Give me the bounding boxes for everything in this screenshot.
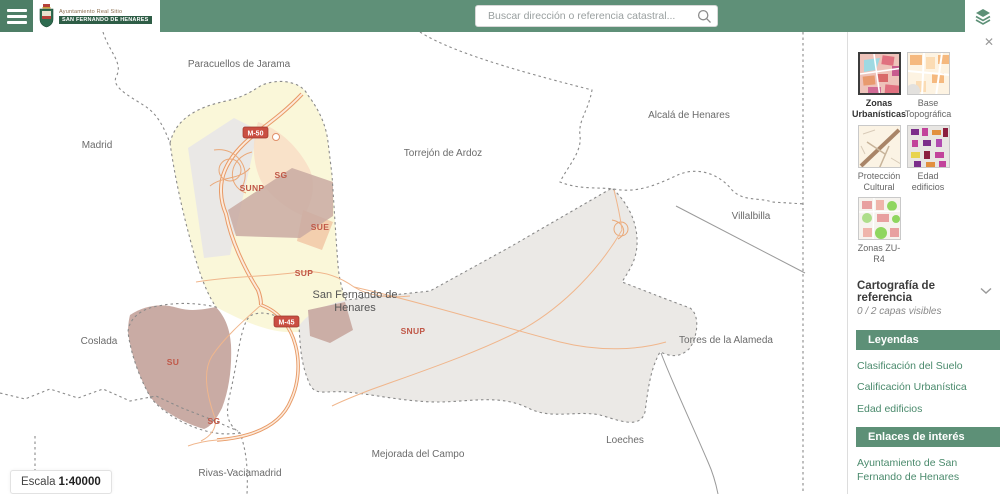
svg-text:SNUP: SNUP: [401, 326, 426, 336]
zone-su-mauve: [128, 305, 231, 429]
svg-text:Loeches: Loeches: [606, 435, 644, 446]
reference-title: Cartografía de referencia: [857, 280, 980, 304]
hamburger-icon: [7, 9, 27, 12]
close-icon[interactable]: ✕: [984, 36, 994, 48]
logo-subtitle: Ayuntamiento Real Sitio: [59, 9, 152, 15]
svg-text:SG: SG: [275, 170, 288, 180]
svg-text:Torres de la Alameda: Torres de la Alameda: [679, 335, 773, 346]
link-clasificacion-suelo[interactable]: Clasificación del Suelo: [857, 356, 990, 378]
svg-text:SG: SG: [208, 416, 221, 426]
section-enlaces: Enlaces de interés: [856, 427, 1000, 447]
svg-text:M-45: M-45: [279, 320, 295, 327]
scale-indicator: Escala1:40000: [10, 470, 112, 494]
svg-text:Torrejón de Ardoz: Torrejón de Ardoz: [404, 148, 482, 159]
svg-text:Coslada: Coslada: [81, 336, 118, 347]
chevron-down-icon[interactable]: [980, 282, 992, 300]
layer-zonas-zu-r4[interactable]: Zonas ZU-R4: [855, 197, 903, 266]
svg-text:Mejorada del Campo: Mejorada del Campo: [372, 449, 465, 460]
svg-text:Villalbilla: Villalbilla: [732, 211, 771, 222]
link-ayuntamiento[interactable]: Ayuntamiento de San Fernando de Henares: [857, 453, 990, 488]
link-manual-geoportal[interactable]: Manual de uso del Geoportal: [857, 489, 990, 494]
layer-thumbnails: Zonas Urbanísticas Base Topográfic: [848, 32, 1000, 270]
search-input[interactable]: [476, 10, 691, 22]
road-badge-m50: M-50: [243, 127, 268, 138]
road-badge-m45: M-45: [274, 316, 299, 327]
search-bar: [475, 5, 718, 27]
coat-of-arms-icon: [38, 4, 55, 28]
layers-panel-toggle[interactable]: [965, 0, 1000, 32]
geoportal-app: Ayuntamiento Real Sitio SAN FERNANDO DE …: [0, 0, 1000, 494]
svg-text:Alcalá de Henares: Alcalá de Henares: [648, 110, 730, 121]
map-canvas[interactable]: M-50 M-45 SG SUNP SUE SUP SNUP SU SG Par…: [0, 32, 847, 494]
svg-text:SUNP: SUNP: [240, 183, 265, 193]
search-icon[interactable]: [691, 9, 717, 24]
layer-preview-zonas-zu-r4: [859, 198, 901, 240]
scale-value: 1:40000: [59, 476, 101, 488]
svg-text:SU: SU: [167, 357, 179, 367]
reference-cartography: Cartografía de referencia 0 / 2 capas vi…: [848, 270, 1000, 323]
link-edad-edificios[interactable]: Edad edificios: [857, 399, 990, 421]
layer-zonas-urbanisticas[interactable]: Zonas Urbanísticas: [855, 52, 903, 121]
svg-text:Paracuellos de Jarama: Paracuellos de Jarama: [188, 59, 291, 70]
svg-text:SUE: SUE: [311, 222, 329, 232]
layer-proteccion-cultural[interactable]: Protección Cultural: [855, 125, 903, 194]
hamburger-menu-button[interactable]: [0, 0, 33, 32]
layer-preview-base-topografica: [908, 53, 950, 95]
layers-icon: [974, 7, 992, 25]
municipality-label: San Fernando de: [312, 289, 397, 301]
layer-preview-edad-edificios: [908, 126, 950, 168]
svg-text:M-50: M-50: [248, 131, 264, 138]
layer-base-topografica[interactable]: Base Topográfica: [904, 52, 952, 121]
link-calificacion-urbanistica[interactable]: Calificación Urbanística: [857, 377, 990, 399]
layer-preview-proteccion-cultural: [859, 126, 901, 168]
layer-preview-zonas-urbanisticas: [860, 54, 901, 95]
svg-text:SUP: SUP: [295, 268, 313, 278]
section-leyendas: Leyendas: [856, 330, 1000, 350]
logo-title: SAN FERNANDO DE HENARES: [59, 16, 152, 24]
layer-edad-edificios[interactable]: Edad edificios: [904, 125, 952, 194]
scale-label: Escala: [21, 476, 56, 488]
reference-visible-count: 0 / 2 capas visibles: [857, 306, 980, 317]
svg-text:Henares: Henares: [334, 302, 376, 314]
app-logo[interactable]: Ayuntamiento Real Sitio SAN FERNANDO DE …: [33, 0, 160, 32]
svg-text:Madrid: Madrid: [82, 140, 113, 151]
layers-sidebar: ✕ Zonas Urbanísticas: [847, 32, 1000, 494]
svg-text:Rivas-Vaciamadrid: Rivas-Vaciamadrid: [198, 468, 281, 479]
municipal-boundaries: [0, 32, 805, 494]
